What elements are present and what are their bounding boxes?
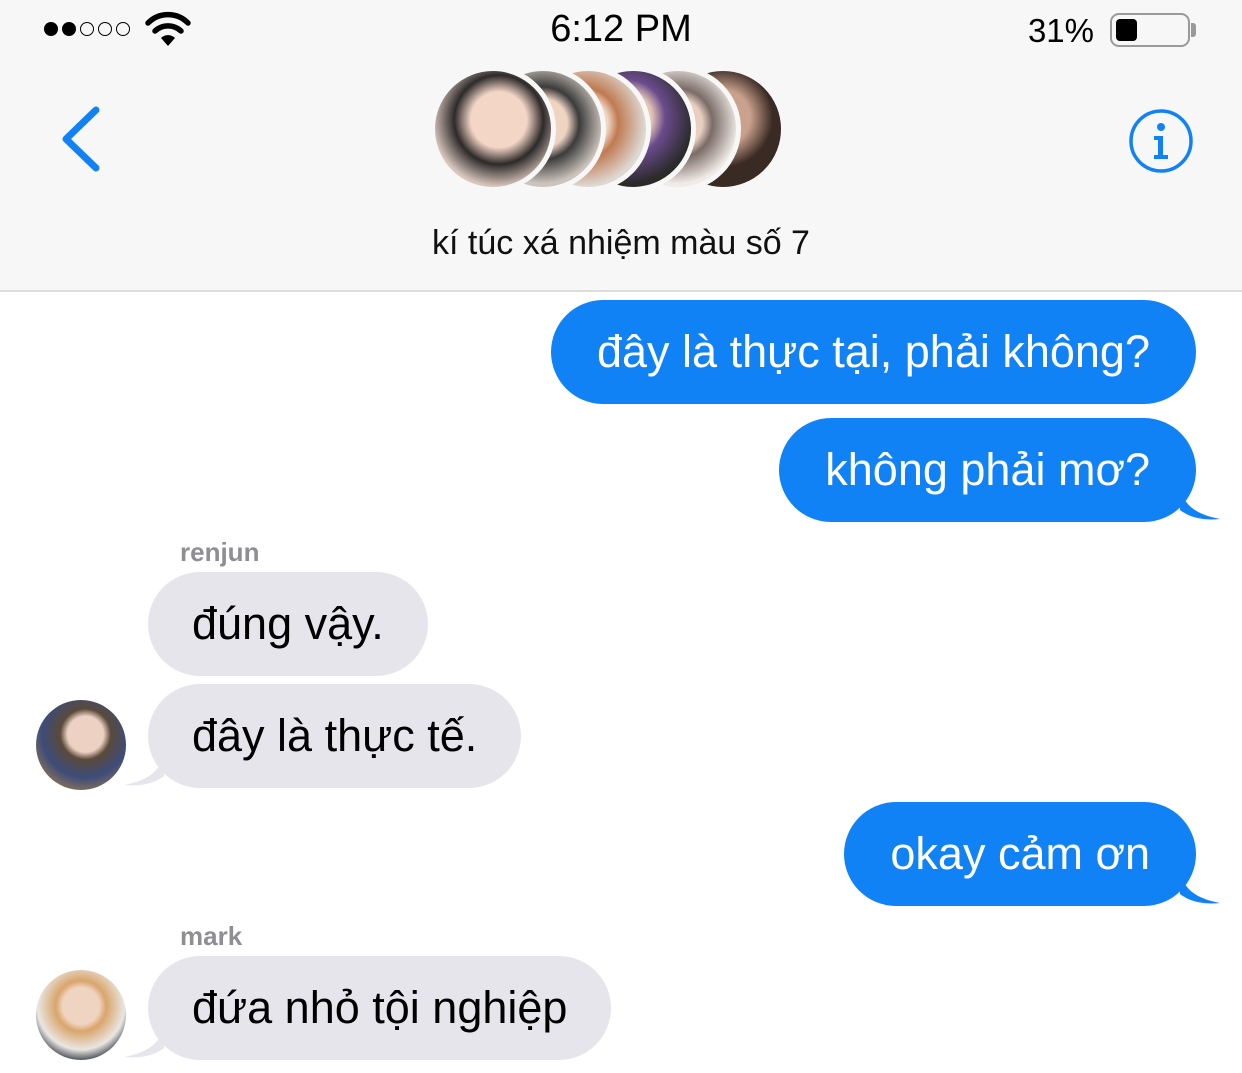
message-text: đây là thực tế. [192,710,478,761]
sender-avatar-mark[interactable] [36,970,126,1060]
message-text: không phải mơ? [825,444,1150,495]
message-text: đứa nhỏ tội nghiệp [192,982,568,1033]
incoming-message-bubble[interactable]: đây là thực tế. [148,684,522,788]
bubble-tail [124,1022,164,1058]
group-member-avatar [430,66,556,192]
status-bar: 6:12 PM 31% [0,0,1242,64]
bubble-tail [1180,484,1220,520]
sender-avatar-renjun[interactable] [36,700,126,790]
battery-percent: 31% [1027,12,1094,49]
incoming-message-bubble[interactable]: đúng vậy. [148,572,428,676]
message-text: đây là thực tại, phải không? [597,326,1150,377]
outgoing-message-bubble[interactable]: okay cảm ơn [844,802,1196,906]
bubble-tail [1180,868,1220,904]
info-icon[interactable] [1128,108,1194,174]
outgoing-message-bubble[interactable]: không phải mơ? [779,418,1196,522]
message-text: okay cảm ơn [890,828,1150,879]
incoming-message-bubble[interactable]: đứa nhỏ tội nghiệp [148,956,612,1060]
group-name[interactable]: kí túc xá nhiệm màu số 7 [0,224,1242,263]
group-avatar-stack[interactable] [430,66,790,192]
outgoing-message-bubble[interactable]: đây là thực tại, phải không? [551,300,1196,404]
conversation-header: 6:12 PM 31% kí túc xá nhiệm màu số 7 [0,0,1242,292]
battery-cap [1191,23,1196,37]
battery-icon [1110,13,1190,47]
message-text: đúng vậy. [192,598,384,649]
sender-name: mark [180,921,243,951]
back-chevron-icon[interactable] [58,106,102,172]
sender-name: renjun [180,537,260,567]
bubble-tail [124,750,164,786]
